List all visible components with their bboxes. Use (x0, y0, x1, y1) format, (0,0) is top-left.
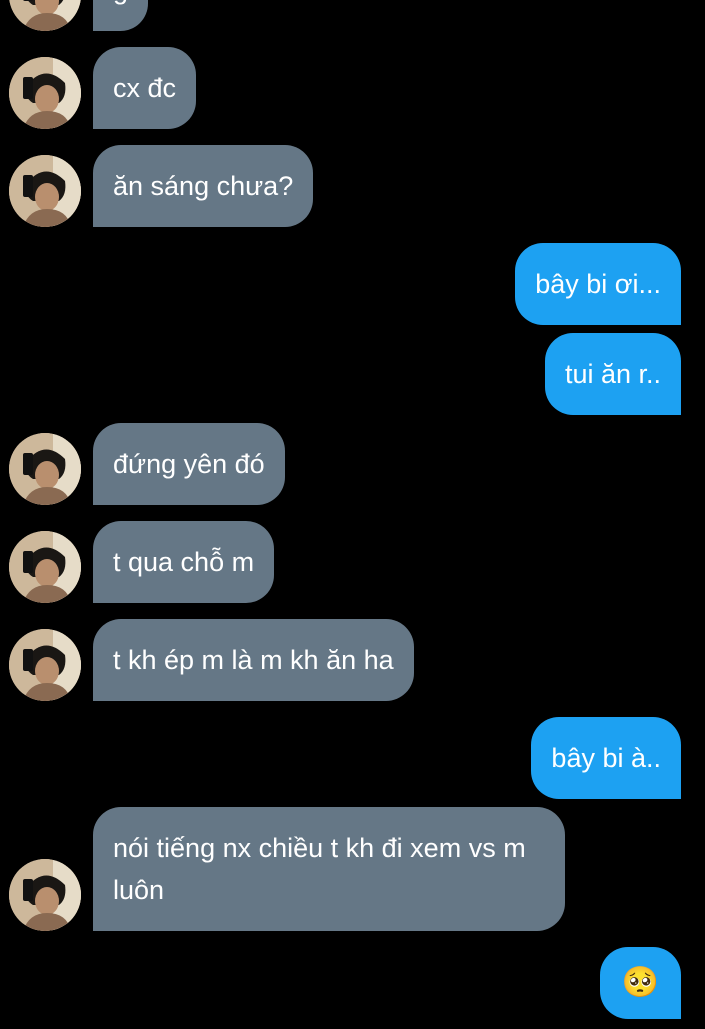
contact-avatar-icon[interactable] (9, 531, 81, 603)
contact-avatar-icon[interactable] (9, 629, 81, 701)
contact-avatar-icon[interactable] (9, 155, 81, 227)
message-bubble-outgoing[interactable]: bây bi à.. (531, 717, 681, 799)
chat-thread: g cx đc ăn sáng chưa? bây bi ơi... tui ă… (0, 0, 705, 1029)
message-bubble-incoming[interactable]: đứng yên đó (93, 423, 285, 505)
message-bubble-incoming[interactable]: cx đc (93, 47, 197, 129)
message-bubble-incoming[interactable]: ăn sáng chưa? (93, 145, 314, 227)
message-row: 🥺 (0, 947, 705, 1019)
message-row: t qua chỗ m (0, 521, 705, 603)
message-bubble-outgoing[interactable]: tui ăn r.. (544, 333, 681, 415)
contact-avatar-icon[interactable] (9, 859, 81, 931)
message-row: t kh ép m là m kh ăn ha (0, 619, 705, 701)
message-bubble-incoming[interactable]: t kh ép m là m kh ăn ha (93, 619, 414, 701)
contact-avatar-icon[interactable] (9, 0, 81, 31)
message-row: nói tiếng nx chiều t kh đi xem vs m luôn (0, 807, 705, 931)
contact-avatar-icon[interactable] (9, 433, 81, 505)
message-row: g (0, 0, 705, 31)
message-bubble-incoming[interactable]: nói tiếng nx chiều t kh đi xem vs m luôn (93, 807, 565, 931)
message-row: tui ăn r.. (0, 333, 705, 415)
message-bubble-outgoing[interactable]: 🥺 (599, 947, 681, 1019)
message-row: ăn sáng chưa? (0, 145, 705, 227)
message-bubble-outgoing[interactable]: bây bi ơi... (515, 243, 681, 325)
contact-avatar-icon[interactable] (9, 57, 81, 129)
message-bubble-incoming[interactable]: t qua chỗ m (93, 521, 275, 603)
message-bubble-incoming[interactable]: g (93, 0, 149, 31)
message-row: cx đc (0, 47, 705, 129)
message-row: bây bi à.. (0, 717, 705, 799)
message-row: đứng yên đó (0, 423, 705, 505)
message-row: bây bi ơi... (0, 243, 705, 325)
